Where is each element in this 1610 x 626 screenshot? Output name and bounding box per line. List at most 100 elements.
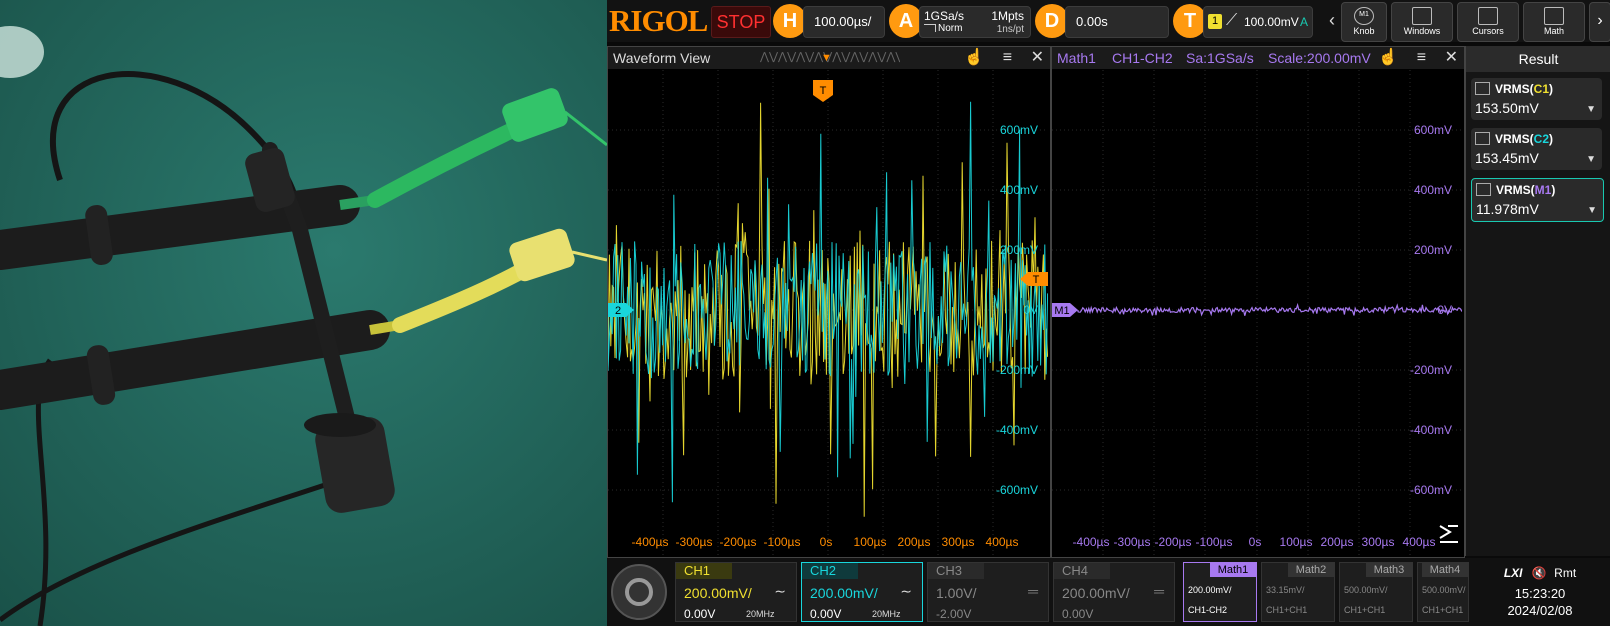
x-tick-label: 400µs bbox=[986, 535, 1019, 549]
m1-ground-marker[interactable]: M1 bbox=[1052, 303, 1078, 317]
menu-icon[interactable]: ≡ bbox=[1003, 49, 1012, 66]
math4-expr: CH1+CH1 bbox=[1422, 605, 1464, 615]
x-tick-label: -400µs bbox=[1073, 535, 1110, 549]
chevron-down-icon[interactable]: ▼ bbox=[1586, 104, 1596, 115]
overview-trigger-marker-icon: ▼ bbox=[821, 52, 832, 64]
windows-button[interactable]: Windows bbox=[1391, 2, 1453, 42]
chevron-down-icon[interactable]: ▼ bbox=[1586, 154, 1596, 165]
knob-button[interactable]: M1 Knob bbox=[1341, 2, 1387, 42]
ch1-offset: 0.00V bbox=[684, 607, 716, 621]
y-tick-label: 400mV bbox=[1000, 183, 1038, 197]
math4-settings[interactable]: Math4 500.00mV/ CH1+CH1 bbox=[1417, 562, 1469, 622]
ch2-bandwidth: 20MHz bbox=[872, 609, 901, 619]
delay-box[interactable]: 0.00s bbox=[1065, 6, 1169, 38]
ch4-offset: 0.00V bbox=[1062, 607, 1094, 621]
trigger-position-marker[interactable]: T bbox=[813, 80, 833, 102]
math-plot[interactable]: 600mV 400mV 200mV 0V -200mV -400mV -600mV -400… bbox=[1052, 70, 1464, 557]
math-view-pane[interactable]: Math1 CH1-CH2 Sa:1GSa/s Scale:200.00mV ☝… bbox=[1051, 46, 1465, 558]
more-button[interactable]: › bbox=[1589, 2, 1610, 42]
run-stop-button[interactable]: STOP bbox=[711, 6, 771, 38]
chevron-down-icon[interactable]: ▼ bbox=[1587, 205, 1597, 216]
chevron-left-icon[interactable]: ‹ bbox=[1329, 10, 1335, 31]
math-graticule: 600mV 400mV 200mV 0V -200mV -400mV -600mV -400… bbox=[1052, 70, 1463, 556]
x-tick-label: 0s bbox=[1249, 535, 1262, 549]
horizontal-scale-box[interactable]: 100.00µs/ bbox=[803, 6, 885, 38]
probe-photo-image bbox=[0, 0, 607, 626]
math1-expr: CH1-CH2 bbox=[1188, 605, 1228, 615]
hand-touch-icon[interactable]: ☝ bbox=[1378, 49, 1398, 66]
measurement-name: VRMS(C2) bbox=[1495, 132, 1554, 146]
x-tick-label: 200µs bbox=[1321, 535, 1354, 549]
x-tick-label: -300µs bbox=[676, 535, 713, 549]
math1-settings[interactable]: Math1 200.00mV/ CH1-CH2 bbox=[1183, 562, 1257, 622]
measurement-vrms-c2[interactable]: VRMS(C2) 153.45mV ▼ bbox=[1471, 128, 1602, 170]
ch1-bandwidth: 20MHz bbox=[746, 609, 775, 619]
math3-scale: 500.00mV/ bbox=[1344, 585, 1388, 595]
ch1-settings[interactable]: CH1 200.00mV/ ∼ 0.00V 20MHz bbox=[675, 562, 797, 622]
ch4-settings[interactable]: CH4 200.00mV/ ═ 0.00V bbox=[1053, 562, 1175, 622]
x-tick-label: 0s bbox=[820, 535, 833, 549]
trigger-badge[interactable]: T bbox=[1173, 4, 1207, 38]
measurement-vrms-c1[interactable]: VRMS(C1) 153.50mV ▼ bbox=[1471, 78, 1602, 120]
cursors-label: Cursors bbox=[1472, 26, 1504, 36]
probe-photo bbox=[0, 0, 607, 626]
x-tick-label: -100µs bbox=[764, 535, 801, 549]
x-tick-label: 300µs bbox=[942, 535, 975, 549]
speaker-muted-icon[interactable]: 🔇 bbox=[1532, 566, 1547, 580]
measurement-value: 11.978mV bbox=[1476, 201, 1539, 217]
hand-touch-icon[interactable]: ☝ bbox=[964, 49, 984, 66]
horizontal-scale-value: 100.00µs/ bbox=[814, 14, 872, 29]
menu-icon[interactable]: ≡ bbox=[1417, 49, 1426, 66]
delay-badge[interactable]: D bbox=[1035, 4, 1069, 38]
ch1-scale: 200.00mV/ bbox=[684, 585, 752, 601]
math3-settings[interactable]: Math3 500.00mV/ CH1+CH1 bbox=[1339, 562, 1413, 622]
acquire-badge[interactable]: A bbox=[889, 4, 923, 38]
y-tick-label: -400mV bbox=[996, 423, 1038, 437]
math-button[interactable]: Math bbox=[1523, 2, 1585, 42]
x-tick-label: 200µs bbox=[898, 535, 931, 549]
math-label: Math bbox=[1543, 26, 1564, 36]
y-tick-label: 200mV bbox=[1414, 243, 1452, 257]
y-tick-label: -600mV bbox=[1410, 483, 1452, 497]
acquire-box[interactable]: 1GSa/s Norm 1Mpts 1ns/pt bbox=[919, 6, 1031, 38]
cursors-button[interactable]: Cursors bbox=[1457, 2, 1519, 42]
trigger-box[interactable]: 1 ⟋ 100.00mV A bbox=[1203, 6, 1313, 38]
math3-label: Math3 bbox=[1366, 563, 1412, 577]
trigger-level: 100.00mV bbox=[1244, 15, 1299, 29]
x-tick-label: -200µs bbox=[1155, 535, 1192, 549]
ch3-settings[interactable]: CH3 1.00V/ ═ -2.00V bbox=[927, 562, 1049, 622]
y-tick-label: -600mV bbox=[996, 483, 1038, 497]
measurement-vrms-m1[interactable]: VRMS(M1) 11.978mV ▼ bbox=[1471, 178, 1604, 222]
rising-edge-icon: ⟋ bbox=[1226, 12, 1238, 29]
math-view-titlebar: Math1 CH1-CH2 Sa:1GSa/s Scale:200.00mV ☝… bbox=[1052, 47, 1464, 69]
math2-settings[interactable]: Math2 33.15mV/ CH1+CH1 bbox=[1261, 562, 1335, 622]
trigger-mode: A bbox=[1299, 15, 1308, 29]
time-per-point: 1ns/pt bbox=[996, 24, 1024, 35]
measurement-name: VRMS(C1) bbox=[1495, 82, 1554, 96]
close-icon[interactable]: ✕ bbox=[1031, 49, 1044, 66]
oscilloscope-screen: RIGOL STOP H 100.00µs/ A 1GSa/s Norm 1Mp… bbox=[607, 0, 1610, 626]
x-tick-label: 400µs bbox=[1403, 535, 1436, 549]
math-expression: CH1-CH2 bbox=[1112, 50, 1173, 66]
status-icons: LXI 🔇 Rmt bbox=[1472, 566, 1608, 580]
x-tick-label: 100µs bbox=[854, 535, 887, 549]
collapse-arrow-icon[interactable] bbox=[1439, 525, 1458, 543]
math4-label: Math4 bbox=[1422, 563, 1468, 577]
waveform-plot[interactable]: 600mV 400mV 200mV 0V -200mV -400mV -600mV -400… bbox=[607, 70, 1050, 557]
y-tick-label: -200mV bbox=[996, 363, 1038, 377]
ch1-label: CH1 bbox=[676, 563, 732, 579]
close-icon[interactable]: ✕ bbox=[1445, 49, 1458, 66]
cursors-icon bbox=[1478, 7, 1498, 25]
waveform-view-pane[interactable]: Waveform View ⋀⋁⋀⋁⋀⋁⋀⋁⋀⋁⋀⋁⋀⋁⋀⋁⋀⋁⋀⋁⋀⋁ ▼ ☝… bbox=[607, 46, 1051, 558]
lxi-icon: LXI bbox=[1503, 566, 1523, 580]
ch2-marker-label: 2 bbox=[615, 305, 621, 317]
math1-scale: 200.00mV/ bbox=[1188, 585, 1232, 595]
ch4-label: CH4 bbox=[1054, 563, 1110, 579]
ch2-settings[interactable]: CH2 200.00mV/ ∼ 0.00V 20MHz bbox=[801, 562, 923, 622]
ch2-label: CH2 bbox=[802, 563, 858, 579]
clock-date: 2024/02/08 bbox=[1507, 603, 1573, 618]
horizontal-badge[interactable]: H bbox=[773, 4, 807, 38]
y-tick-label: -400mV bbox=[1410, 423, 1452, 437]
navigation-gear-icon[interactable] bbox=[611, 564, 667, 620]
waveform-view-controls: ☝ ≡ ✕ bbox=[964, 47, 1044, 69]
